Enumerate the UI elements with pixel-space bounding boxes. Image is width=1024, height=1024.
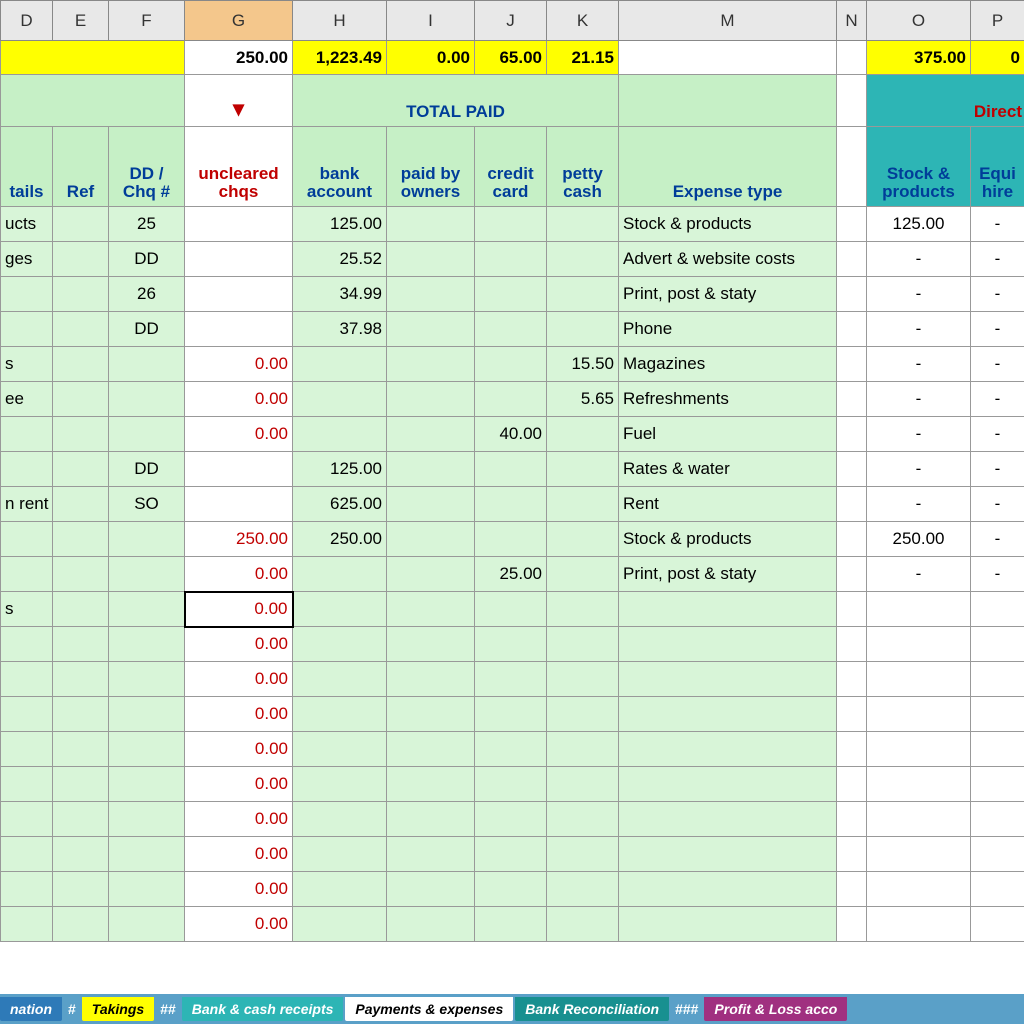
sheet-tab[interactable]: # <box>64 997 80 1021</box>
table-row[interactable]: 0.00 <box>1 627 1024 662</box>
table-row[interactable]: 0.00 <box>1 907 1024 942</box>
total-J[interactable]: 65.00 <box>475 41 547 75</box>
hdr-credit: creditcard <box>475 127 547 207</box>
hdr-equi: Equihire <box>971 127 1024 207</box>
hdr-tails: tails <box>1 127 53 207</box>
col-E[interactable]: E <box>53 1 109 41</box>
hdr-paidby: paid byowners <box>387 127 475 207</box>
table-row[interactable]: 0.0040.00Fuel-- <box>1 417 1024 452</box>
table-row[interactable]: 0.00 <box>1 697 1024 732</box>
col-J[interactable]: J <box>475 1 547 41</box>
total-H[interactable]: 1,223.49 <box>293 41 387 75</box>
hdr-expensetype: Expense type <box>619 127 837 207</box>
sheet-tab[interactable]: Bank & cash receipts <box>182 997 344 1021</box>
table-row[interactable]: ee0.005.65Refreshments-- <box>1 382 1024 417</box>
table-row[interactable]: 2634.99Print, post & staty-- <box>1 277 1024 312</box>
total-P[interactable]: 0 <box>971 41 1024 75</box>
sheet-tab[interactable]: Takings <box>82 997 154 1021</box>
section-header-row-2: tails Ref DD /Chq # unclearedchqs bankac… <box>1 127 1024 207</box>
hdr-stock: Stock &products <box>867 127 971 207</box>
sheet-tabs-bar[interactable]: nation#Takings##Bank & cash receiptsPaym… <box>0 994 1024 1024</box>
total-paid-label: TOTAL PAID <box>293 75 619 127</box>
table-row[interactable]: 0.00 <box>1 872 1024 907</box>
table-row[interactable]: n rentSO625.00Rent-- <box>1 487 1024 522</box>
table-row[interactable]: 0.00 <box>1 837 1024 872</box>
col-O[interactable]: O <box>867 1 971 41</box>
table-row[interactable]: ucts25125.00Stock & products125.00- <box>1 207 1024 242</box>
col-G[interactable]: G <box>185 1 293 41</box>
total-O[interactable]: 375.00 <box>867 41 971 75</box>
table-row[interactable]: s0.0015.50Magazines-- <box>1 347 1024 382</box>
col-N[interactable]: N <box>837 1 867 41</box>
spreadsheet-grid[interactable]: D E F G H I J K M N O P 250.00 1,223.49 … <box>0 0 1024 994</box>
hdr-ddchq: DD /Chq # <box>109 127 185 207</box>
direct-label: Direct <box>867 75 1024 127</box>
column-header-row[interactable]: D E F G H I J K M N O P <box>1 1 1024 41</box>
col-K[interactable]: K <box>547 1 619 41</box>
col-D[interactable]: D <box>1 1 53 41</box>
col-I[interactable]: I <box>387 1 475 41</box>
col-F[interactable]: F <box>109 1 185 41</box>
sheet-tab[interactable]: Bank Reconciliation <box>515 997 669 1021</box>
hdr-uncleared: unclearedchqs <box>185 127 293 207</box>
table-row[interactable]: 0.00 <box>1 662 1024 697</box>
table-row[interactable]: s0.00 <box>1 592 1024 627</box>
total-I[interactable]: 0.00 <box>387 41 475 75</box>
col-H[interactable]: H <box>293 1 387 41</box>
table-row[interactable]: 0.0025.00Print, post & staty-- <box>1 557 1024 592</box>
sheet-tab[interactable]: ### <box>671 997 702 1021</box>
hdr-bank: bankaccount <box>293 127 387 207</box>
col-M[interactable]: M <box>619 1 837 41</box>
table-row[interactable]: 0.00 <box>1 802 1024 837</box>
table-row[interactable]: 0.00 <box>1 767 1024 802</box>
hdr-ref: Ref <box>53 127 109 207</box>
section-header-row-1: ▾ TOTAL PAID Direct <box>1 75 1024 127</box>
sheet-tab[interactable]: Profit & Loss acco <box>704 997 847 1021</box>
sheet-tab[interactable]: Payments & expenses <box>345 997 513 1021</box>
sheet-tab[interactable]: ## <box>156 997 180 1021</box>
table-row[interactable]: 0.00 <box>1 732 1024 767</box>
table-row[interactable]: gesDD25.52Advert & website costs-- <box>1 242 1024 277</box>
col-P[interactable]: P <box>971 1 1024 41</box>
total-G[interactable]: 250.00 <box>185 41 293 75</box>
table-row[interactable]: 250.00250.00Stock & products250.00- <box>1 522 1024 557</box>
table-row[interactable]: DD37.98Phone-- <box>1 312 1024 347</box>
table-row[interactable]: DD125.00Rates & water-- <box>1 452 1024 487</box>
hdr-petty: pettycash <box>547 127 619 207</box>
total-K[interactable]: 21.15 <box>547 41 619 75</box>
sheet-tab[interactable]: nation <box>0 997 62 1021</box>
totals-row[interactable]: 250.00 1,223.49 0.00 65.00 21.15 375.00 … <box>1 41 1024 75</box>
